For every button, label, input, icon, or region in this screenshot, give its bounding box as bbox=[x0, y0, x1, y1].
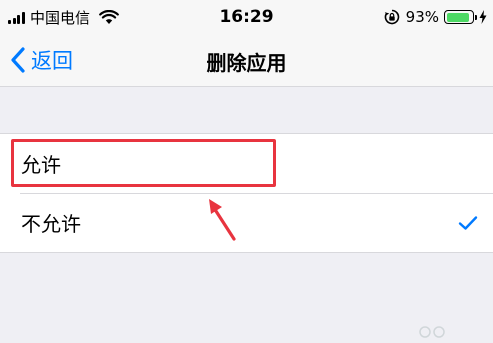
checkmark-icon bbox=[458, 216, 478, 230]
battery-icon bbox=[444, 10, 474, 24]
status-bar: 中国电信 16:29 93% bbox=[0, 0, 493, 34]
battery-tip bbox=[475, 14, 477, 20]
red-arrow-icon bbox=[209, 199, 236, 241]
watermark-logo-icon bbox=[419, 326, 445, 338]
highlight-box bbox=[11, 139, 276, 187]
page-title: 删除应用 bbox=[206, 51, 287, 75]
option-label: 不允许 bbox=[21, 212, 81, 236]
screen: 中国电信 16:29 93% 返回 删除应用 允许 不允许 bbox=[0, 0, 493, 343]
option-disallow[interactable]: 不允许 bbox=[0, 193, 493, 252]
navigation-bar: 返回 删除应用 bbox=[0, 34, 493, 87]
status-right: 93% bbox=[384, 8, 487, 26]
battery-fill bbox=[446, 12, 469, 22]
charging-bolt-icon bbox=[479, 10, 487, 24]
battery-percent: 93% bbox=[405, 8, 439, 26]
rotation-lock-icon bbox=[384, 9, 399, 25]
